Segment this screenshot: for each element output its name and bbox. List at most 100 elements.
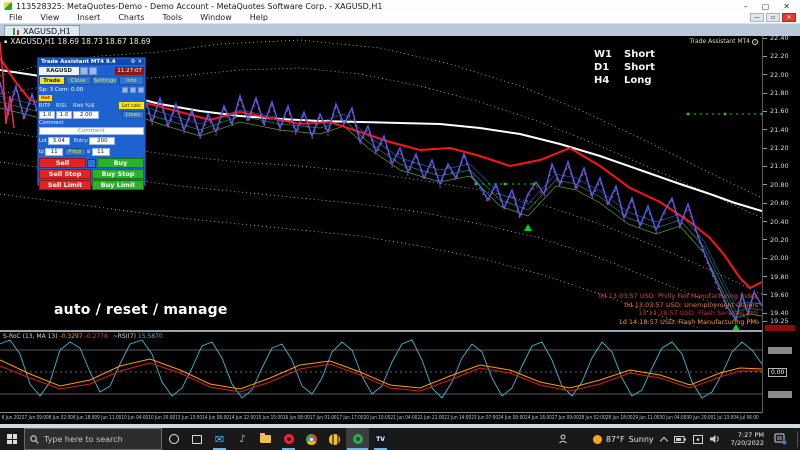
time-axis-label: 16 Jun 08:00 — [283, 415, 310, 421]
spread-commission-label: Sp: 3 Com: 0.00 — [39, 87, 83, 93]
panel-title-bar[interactable]: Trade Assistant MT4 9.4 ⚙ ✕ — [39, 59, 144, 65]
time-axis[interactable]: 6 Jun 20227 Jun 09:008 Jun 02:008 Jun 18… — [0, 415, 761, 421]
sell-limit-button[interactable]: Sell Limit — [39, 180, 91, 190]
order-mode-toggle[interactable] — [87, 159, 96, 168]
current-price-marker — [765, 325, 795, 331]
tradingview-app-icon[interactable]: TV — [369, 428, 392, 450]
price-tick: 21.40 — [763, 126, 800, 134]
indicator-level-box — [768, 391, 792, 398]
tick-mark-icon — [763, 221, 767, 222]
panel-mini-button-1[interactable] — [80, 67, 88, 75]
file-explorer-icon[interactable] — [254, 428, 277, 450]
rsl-input[interactable]: 1.0 — [56, 111, 72, 119]
panel-close-icon[interactable]: ✕ — [137, 59, 142, 65]
menu-tools[interactable]: Tools — [153, 13, 191, 22]
menu-charts[interactable]: Charts — [109, 13, 153, 22]
candle-timer: 11:27:07 — [115, 67, 144, 75]
symbol-field[interactable]: XAGUSD — [39, 67, 79, 75]
panel-settings-gear-icon[interactable]: ⚙ — [130, 59, 135, 65]
lot-input[interactable]: 3.04 — [48, 137, 70, 145]
price-axis[interactable]: 22.4022.2022.0021.8021.6021.4021.2021.00… — [762, 36, 800, 413]
panel-mini-button-2[interactable] — [89, 67, 97, 75]
panel-alert-icon[interactable] — [138, 87, 144, 93]
time-axis-label: 24 Jun 16:00 — [525, 415, 552, 421]
indicator-zero-label: 0.00 — [768, 368, 787, 377]
price-tick: 21.60 — [763, 107, 800, 115]
price-tick-label: 20.40 — [770, 218, 789, 226]
window-minimize-button[interactable]: – — [744, 2, 748, 11]
buy-limit-button[interactable]: Buy Limit — [92, 180, 144, 190]
panel-tab-settings[interactable]: Settings — [92, 76, 118, 85]
news-line: 1d 14:18:57 USD: Flash Services PMI — [598, 309, 758, 318]
tick-mark-icon — [763, 111, 767, 112]
menu-help[interactable]: Help — [241, 13, 277, 22]
opera-browser-icon[interactable] — [277, 428, 300, 450]
bias-direction: Short — [624, 62, 655, 73]
window-maximize-button[interactable]: ▢ — [762, 2, 770, 11]
tick-mark-icon — [763, 239, 767, 240]
menu-file[interactable]: File — [0, 13, 31, 22]
time-axis-label: 14 Jun 22:00 — [229, 415, 256, 421]
news-line: 1d 14:18:57 USD: Flash Manufacturing PMI — [598, 318, 758, 327]
hot-badge: Hot — [39, 95, 52, 101]
panel-screenshot-icon[interactable] — [130, 87, 136, 93]
price-tick-label: 20.80 — [770, 181, 789, 189]
volume-icon[interactable] — [710, 434, 721, 444]
buy-signal-arrow-icon — [524, 224, 532, 231]
risk-input[interactable]: 2.00 — [73, 111, 99, 119]
bee-app-icon[interactable] — [323, 428, 346, 450]
risk-label: Risk %/$ — [73, 103, 95, 109]
mail-app-icon[interactable]: ✉ — [208, 428, 231, 450]
chrome-browser-icon[interactable] — [300, 428, 323, 450]
chart-restore-button[interactable]: ▫ — [766, 13, 780, 22]
menu-window[interactable]: Window — [191, 13, 241, 22]
panel-eye-icon[interactable] — [122, 87, 128, 93]
taskbar-clock[interactable]: 7:27 PM 7/20/2022 — [728, 431, 767, 447]
price-tick-label: 21.20 — [770, 144, 789, 152]
window-close-button[interactable]: ✕ — [783, 2, 790, 11]
buy-stop-button[interactable]: Buy Stop — [92, 169, 144, 179]
people-icon[interactable] — [552, 428, 575, 450]
tick-mark-icon — [763, 166, 767, 167]
lot-calc-button[interactable]: Lot calc — [119, 102, 144, 109]
mt4-logo-icon — [4, 2, 12, 10]
sroc-indicator-chart[interactable] — [0, 332, 762, 412]
comment-input[interactable]: Comment — [39, 127, 144, 135]
chart-minimize-button[interactable]: — — [750, 13, 764, 22]
time-axis-label: 4 Jul 06:00 — [736, 415, 759, 421]
chart-close-button[interactable]: ✕ — [782, 13, 796, 22]
time-axis-label: 20 Jun 10:00 — [364, 415, 391, 421]
panel-tab-close[interactable]: Close — [66, 76, 92, 85]
action-center-icon[interactable] — [774, 433, 787, 445]
panel-tab-info[interactable]: Info — [119, 76, 145, 85]
tp-input[interactable]: 11 — [45, 148, 63, 156]
lines-button[interactable]: Lines — [122, 111, 144, 119]
rtp-input[interactable]: 1.0 — [39, 111, 55, 119]
metatrader-app-icon[interactable] — [346, 428, 369, 450]
cortana-icon[interactable] — [162, 428, 185, 450]
battery-icon[interactable] — [674, 435, 686, 444]
task-view-icon[interactable] — [185, 428, 208, 450]
sl-input[interactable]: 11 — [92, 148, 110, 156]
hidden-icons-chevron[interactable] — [659, 436, 667, 444]
music-app-icon[interactable]: ♪ — [231, 428, 254, 450]
sell-stop-button[interactable]: Sell Stop — [39, 169, 91, 179]
chart-area[interactable]: ▪ XAGUSD,H1 18.69 18.73 18.67 18.69 Trad… — [0, 36, 800, 424]
time-axis-label: 14 Jun 06:00 — [202, 415, 229, 421]
price-button[interactable]: Price — [64, 148, 85, 156]
chart-tab-bar: XAGUSD,H1 — [0, 24, 800, 36]
weather-widget[interactable]: 87°F Sunny — [593, 435, 654, 444]
bias-direction: Short — [624, 49, 655, 60]
buy-button[interactable]: Buy — [97, 158, 144, 168]
taskbar-search-box[interactable]: Type here to search — [24, 428, 162, 450]
menu-view[interactable]: View — [31, 13, 68, 22]
price-tick: 22.40 — [763, 34, 800, 42]
start-button[interactable] — [0, 428, 24, 450]
tab-xagusd-h1[interactable]: XAGUSD,H1 — [4, 25, 80, 36]
ime-indicator-icon[interactable] — [693, 435, 703, 444]
sell-button[interactable]: Sell — [39, 158, 86, 168]
panel-tab-trade[interactable]: Trade — [39, 76, 65, 85]
menu-insert[interactable]: Insert — [68, 13, 109, 22]
windows-logo-icon — [7, 434, 17, 444]
entry-input[interactable]: 200 — [89, 137, 115, 145]
